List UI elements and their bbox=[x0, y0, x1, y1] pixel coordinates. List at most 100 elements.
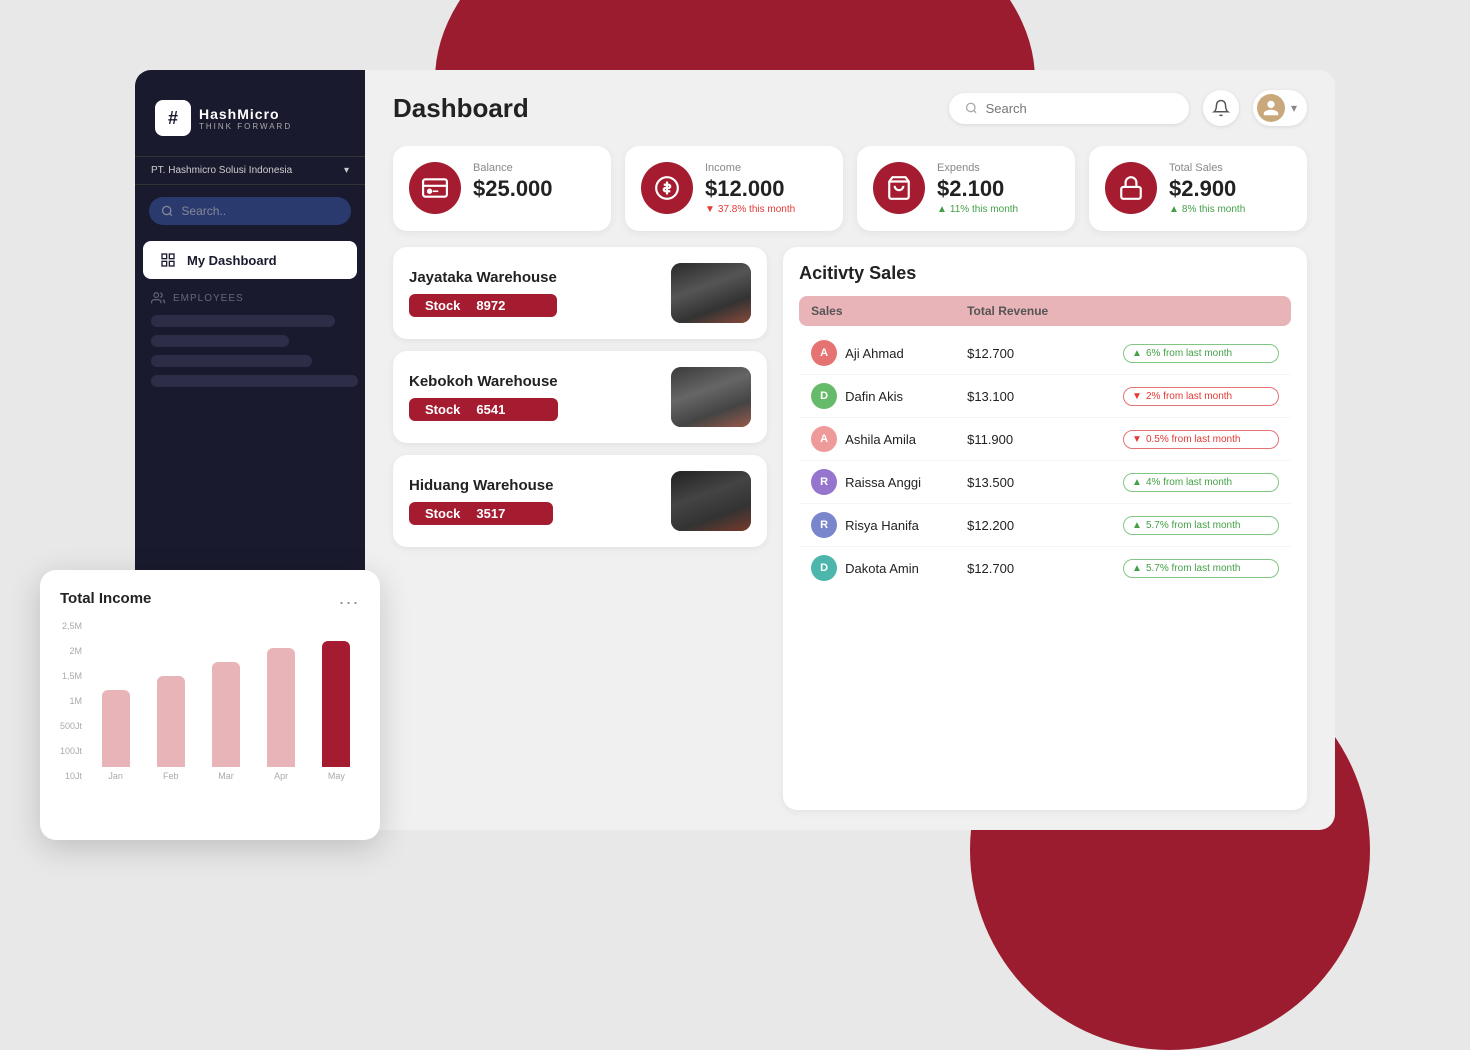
table-row: R Risya Hanifa $12.200 ▲ 5.7% from last … bbox=[799, 504, 1291, 547]
change-text: 0.5% from last month bbox=[1146, 434, 1240, 445]
main-content: Dashboard bbox=[365, 70, 1335, 830]
stat-card-totalsales: Total Sales $2.900 ▲ 8% this month bbox=[1089, 146, 1307, 231]
chart-bar-group: Feb bbox=[157, 621, 185, 781]
widget-title: Total Income bbox=[60, 590, 151, 607]
person-avatar: R bbox=[811, 469, 837, 495]
change-badge: ▲ 4% from last month bbox=[1123, 473, 1279, 492]
change-text: 2% from last month bbox=[1146, 391, 1232, 402]
chart-bar[interactable] bbox=[267, 648, 295, 767]
chart-y-label: 1,5M bbox=[60, 671, 82, 681]
company-name: PT. Hashmicro Solusi Indonesia bbox=[151, 165, 292, 176]
person-name: Aji Ahmad bbox=[845, 346, 904, 361]
person-name: Dakota Amin bbox=[845, 561, 919, 576]
col-header-revenue: Total Revenue bbox=[967, 304, 1123, 318]
search-bar[interactable] bbox=[949, 93, 1189, 124]
chart-y-label: 1M bbox=[60, 696, 82, 706]
sales-person: R Risya Hanifa bbox=[811, 512, 967, 538]
sales-person: D Dakota Amin bbox=[811, 555, 967, 581]
avatar bbox=[1257, 94, 1285, 122]
chart-y-label: 2M bbox=[60, 646, 82, 656]
sidebar-search[interactable] bbox=[149, 197, 351, 225]
warehouse-info-kebokoh: Kebokoh Warehouse Stock 6541 bbox=[409, 373, 558, 421]
chart-y-label: 500Jt bbox=[60, 721, 82, 731]
chart-x-label: Apr bbox=[274, 771, 288, 781]
sidebar-item-dashboard[interactable]: My Dashboard bbox=[143, 241, 357, 279]
change-badge: ▲ 5.7% from last month bbox=[1123, 516, 1279, 535]
chart-bar-group: Jan bbox=[102, 621, 130, 781]
arrow-up-icon: ▲ bbox=[937, 204, 947, 215]
stat-change-totalsales: ▲ 8% this month bbox=[1169, 204, 1245, 215]
company-selector[interactable]: PT. Hashmicro Solusi Indonesia ▾ bbox=[135, 156, 365, 185]
chart-x-label: Mar bbox=[218, 771, 234, 781]
change-badge: ▼ 0.5% from last month bbox=[1123, 430, 1279, 449]
sidebar-placeholder-1[interactable] bbox=[151, 315, 335, 327]
sidebar-placeholder-2[interactable] bbox=[151, 335, 289, 347]
stat-value-balance: $25.000 bbox=[473, 176, 553, 202]
table-row: A Aji Ahmad $12.700 ▲ 6% from last month bbox=[799, 332, 1291, 375]
warehouse-name-hiduang: Hiduang Warehouse bbox=[409, 477, 553, 494]
sales-person: A Ashila Amila bbox=[811, 426, 967, 452]
search-icon bbox=[161, 204, 173, 218]
notification-button[interactable] bbox=[1203, 90, 1239, 126]
widget-menu-button[interactable]: ... bbox=[339, 588, 360, 609]
change-badge: ▲ 5.7% from last month bbox=[1123, 559, 1279, 578]
activity-sales: Acitivty Sales Sales Total Revenue A Aji… bbox=[783, 247, 1307, 810]
change-arrow-icon: ▲ bbox=[1132, 520, 1142, 531]
stat-info-totalsales: Total Sales $2.900 ▲ 8% this month bbox=[1169, 162, 1245, 215]
person-avatar: R bbox=[811, 512, 837, 538]
arrow-up-icon-2: ▲ bbox=[1169, 204, 1179, 215]
chart-bar-group: Mar bbox=[212, 621, 240, 781]
chart-bars: JanFebMarAprMay bbox=[92, 621, 360, 801]
search-bar-icon bbox=[965, 101, 978, 115]
warehouse-name-jayataka: Jayataka Warehouse bbox=[409, 269, 557, 286]
warehouse-info-hiduang: Hiduang Warehouse Stock 3517 bbox=[409, 477, 553, 525]
company-dropdown-icon[interactable]: ▾ bbox=[344, 165, 349, 176]
logo-icon: # bbox=[155, 100, 191, 136]
logo-text-main: HashMicro bbox=[199, 106, 292, 122]
person-avatar: A bbox=[811, 340, 837, 366]
sidebar-search-input[interactable] bbox=[181, 204, 339, 218]
chart-bar[interactable] bbox=[102, 690, 130, 767]
chart-bar[interactable] bbox=[157, 676, 185, 767]
stat-label-totalsales: Total Sales bbox=[1169, 162, 1245, 174]
logo-tagline: THINK FORWARD bbox=[199, 122, 292, 131]
income-icon bbox=[641, 162, 693, 214]
sales-rows-container: A Aji Ahmad $12.700 ▲ 6% from last month… bbox=[799, 332, 1291, 589]
person-name: Dafin Akis bbox=[845, 389, 903, 404]
sidebar-placeholder-4[interactable] bbox=[151, 375, 358, 387]
main-search-input[interactable] bbox=[986, 101, 1173, 116]
change-arrow-icon: ▼ bbox=[1132, 434, 1142, 445]
total-income-widget: Total Income ... 2,5M2M1,5M1M500Jt100Jt1… bbox=[40, 570, 380, 840]
sales-amount: $13.500 bbox=[967, 475, 1123, 490]
sidebar-placeholder-3[interactable] bbox=[151, 355, 312, 367]
totalsales-icon bbox=[1105, 162, 1157, 214]
section-label: EMPLOYEES bbox=[173, 293, 244, 304]
person-name: Raissa Anggi bbox=[845, 475, 921, 490]
change-arrow-icon: ▲ bbox=[1132, 563, 1142, 574]
expends-icon bbox=[873, 162, 925, 214]
header: Dashboard bbox=[365, 70, 1335, 146]
warehouse-card-hiduang: Hiduang Warehouse Stock 3517 bbox=[393, 455, 767, 547]
change-text: 5.7% from last month bbox=[1146, 563, 1240, 574]
table-row: D Dafin Akis $13.100 ▼ 2% from last mont… bbox=[799, 375, 1291, 418]
stat-change-income: ▼ 37.8% this month bbox=[705, 204, 795, 215]
change-text: 6% from last month bbox=[1146, 348, 1232, 359]
warehouse-info-jayataka: Jayataka Warehouse Stock 8972 bbox=[409, 269, 557, 317]
chart-bar[interactable] bbox=[322, 641, 350, 767]
warehouse-card-kebokoh: Kebokoh Warehouse Stock 6541 bbox=[393, 351, 767, 443]
stat-value-totalsales: $2.900 bbox=[1169, 176, 1245, 202]
chart-y-label: 10Jt bbox=[60, 771, 82, 781]
warehouse-img-hiduang bbox=[671, 471, 751, 531]
chart-y-label: 2,5M bbox=[60, 621, 82, 631]
col-header-sales: Sales bbox=[811, 304, 967, 318]
logo-text-block: HashMicro THINK FORWARD bbox=[199, 106, 292, 131]
balance-icon bbox=[409, 162, 461, 214]
chart-bar[interactable] bbox=[212, 662, 240, 767]
user-button[interactable]: ▾ bbox=[1253, 90, 1307, 126]
sales-amount: $13.100 bbox=[967, 389, 1123, 404]
stat-label-expends: Expends bbox=[937, 162, 1018, 174]
sales-table-header: Sales Total Revenue bbox=[799, 296, 1291, 326]
stock-badge-jayataka: Stock 8972 bbox=[409, 294, 557, 317]
person-name: Risya Hanifa bbox=[845, 518, 919, 533]
warehouse-img-jayataka bbox=[671, 263, 751, 323]
